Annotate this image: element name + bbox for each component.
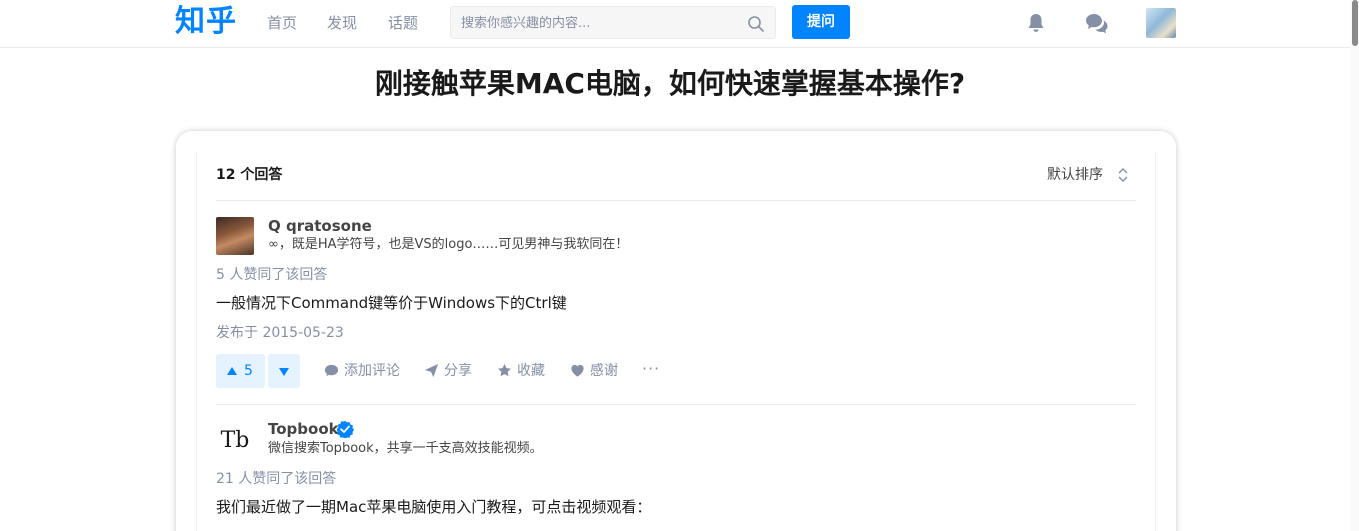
heart-icon xyxy=(571,364,584,377)
user-avatar[interactable] xyxy=(1146,8,1176,38)
downvote-arrow-icon xyxy=(279,368,289,376)
search-box xyxy=(450,6,776,39)
author-name[interactable]: Topbook xyxy=(268,420,339,438)
author-name[interactable]: Q qratosone xyxy=(268,217,372,235)
comment-label: 添加评论 xyxy=(344,363,400,379)
scrollbar-track[interactable] xyxy=(1350,0,1359,531)
author-bio: ∞，既是HA学符号，也是VS的logo……可见男神与我软同在！ xyxy=(268,237,629,252)
comment-icon xyxy=(324,364,339,377)
author-bio: 微信搜索Topbook，共享一千支高效技能视频。 xyxy=(268,441,543,456)
sort-dropdown[interactable]: 默认排序 xyxy=(1047,166,1103,184)
sort-chevrons-icon[interactable] xyxy=(1117,167,1129,183)
share-label: 分享 xyxy=(444,363,472,379)
upvote-button[interactable]: 5 xyxy=(216,354,265,388)
nav-topics[interactable]: 话题 xyxy=(388,14,418,32)
zhihu-logo[interactable]: 知乎 xyxy=(175,4,237,40)
question-title: 刚接触苹果MAC电脑，如何快速掌握基本操作? xyxy=(374,67,966,100)
star-icon xyxy=(498,363,511,377)
divider xyxy=(216,404,1136,405)
author-avatar[interactable] xyxy=(216,217,254,255)
answer-content: 一般情况下Command键等价于Windows下的Ctrl键 xyxy=(216,294,567,312)
verified-badge-icon xyxy=(336,420,354,438)
ask-question-button[interactable]: 提问 xyxy=(792,5,850,39)
more-options-button[interactable]: ··· xyxy=(642,360,660,378)
divider xyxy=(216,200,1136,201)
vote-summary[interactable]: 5 人赞同了该回答 xyxy=(216,266,327,284)
collect-label: 收藏 xyxy=(517,363,545,379)
top-navbar: 知乎 首页 发现 话题 提问 xyxy=(0,0,1359,48)
share-icon xyxy=(424,363,439,378)
search-input[interactable] xyxy=(461,13,741,33)
vote-summary[interactable]: 21 人赞同了该回答 xyxy=(216,470,336,488)
answer-count: 12 个回答 xyxy=(216,167,283,183)
upvote-arrow-icon xyxy=(227,367,237,375)
author-avatar[interactable]: Tb xyxy=(216,422,254,460)
scrollbar-thumb[interactable] xyxy=(1352,0,1358,46)
nav-home[interactable]: 首页 xyxy=(267,14,297,32)
chat-bubbles-icon[interactable] xyxy=(1084,11,1108,35)
thank-label: 感谢 xyxy=(590,363,618,379)
bell-icon[interactable] xyxy=(1024,11,1048,35)
downvote-button[interactable] xyxy=(268,354,300,388)
search-icon[interactable] xyxy=(747,15,765,33)
nav-discover[interactable]: 发现 xyxy=(327,14,357,32)
answer-content: 我们最近做了一期Mac苹果电脑使用入门教程，可点击视频观看： xyxy=(216,498,652,516)
publish-date[interactable]: 发布于 2015-05-23 xyxy=(216,324,344,342)
upvote-count: 5 xyxy=(244,363,253,379)
